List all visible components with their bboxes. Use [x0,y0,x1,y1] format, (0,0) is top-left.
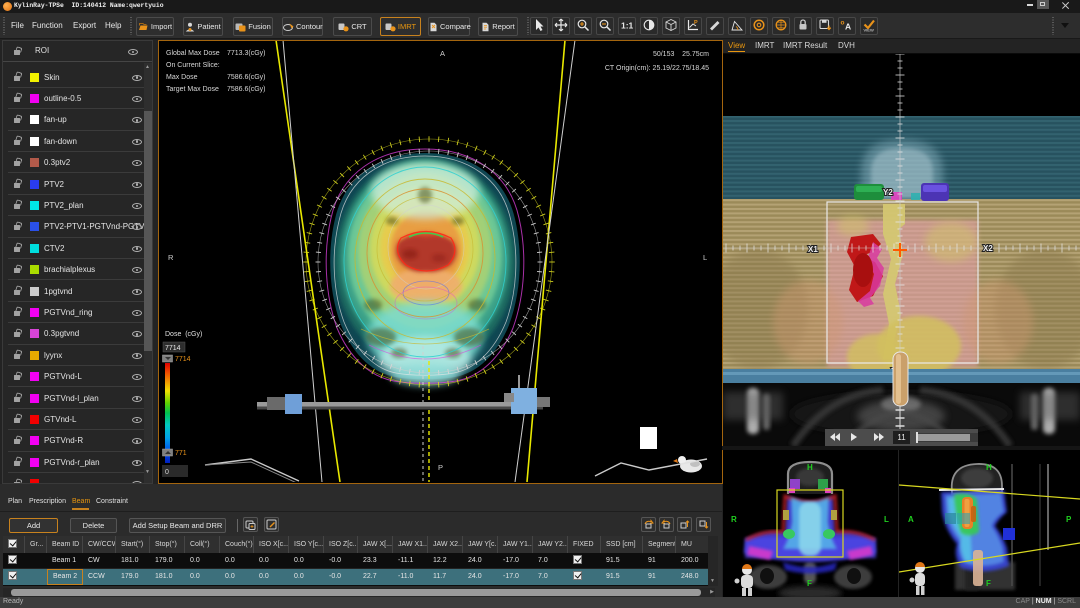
svg-text:7586.6(cGy): 7586.6(cGy) [227,86,266,93]
svg-text:P: P [694,20,698,26]
svg-text:A: A [440,49,445,58]
svg-text:H: H [807,463,813,472]
svg-text:CT Origin(cm): 25.19/22.75/18.: CT Origin(cm): 25.19/22.75/18.45 [605,65,709,72]
svg-text:7713.3(cGy): 7713.3(cGy) [227,50,266,57]
svg-text:R: R [168,253,174,262]
svg-text:7714: 7714 [165,345,181,352]
svg-text:Max Dose: Max Dose [166,74,198,81]
svg-text:0: 0 [165,469,169,476]
svg-text:VIEW: VIEW [864,28,874,33]
svg-text:On Current Slice:: On Current Slice: [166,62,220,69]
svg-text:L: L [703,253,707,262]
svg-text:Global Max Dose: Global Max Dose [166,50,220,57]
svg-text:H: H [986,463,992,472]
svg-text:P: P [1066,515,1072,524]
svg-text:771: 771 [175,450,187,457]
svg-text:Dose (cGy): Dose (cGy) [165,331,202,338]
svg-text:Y2: Y2 [883,188,893,197]
svg-text:X2: X2 [983,244,993,253]
svg-text:A: A [845,22,851,32]
svg-text:50/153 25.75cm: 50/153 25.75cm [653,51,709,58]
svg-text:1:1: 1:1 [621,21,634,31]
svg-text:Target Max Dose: Target Max Dose [166,86,219,93]
svg-text:7586.6(cGy): 7586.6(cGy) [227,74,266,81]
svg-text:F: F [807,579,812,588]
svg-text:R: R [731,515,737,524]
svg-text:X1: X1 [808,245,818,254]
svg-text:F: F [986,579,991,588]
svg-text:7714: 7714 [175,356,191,363]
svg-text:o: o [841,20,845,27]
svg-text:P: P [438,463,443,472]
svg-text:A: A [908,515,914,524]
svg-text:L: L [884,515,889,524]
